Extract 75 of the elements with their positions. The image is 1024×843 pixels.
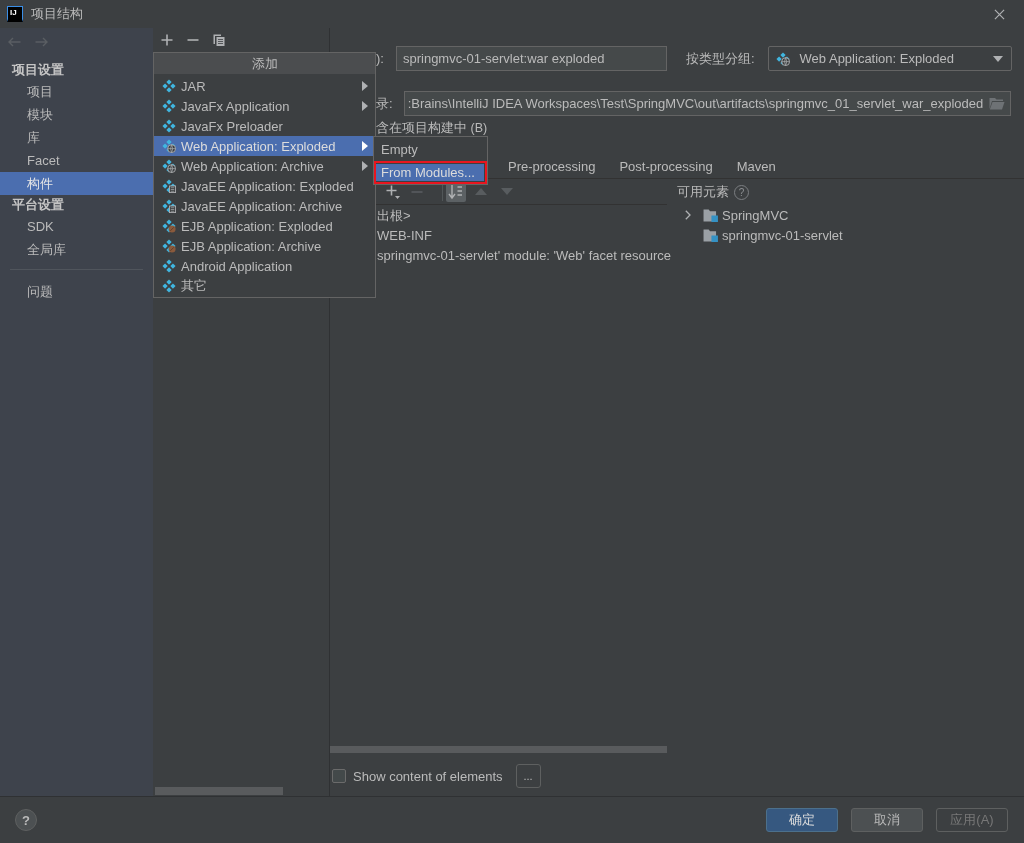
forward-arrow-icon[interactable] [35, 37, 48, 47]
menu-item[interactable]: JavaFx Preloader [154, 116, 375, 136]
diamonds-building-icon [162, 179, 176, 193]
diamonds-globe-icon [162, 159, 176, 173]
menu-item[interactable]: Web Application: Archive [154, 156, 375, 176]
menu-item[interactable]: EJB Application: Archive [154, 236, 375, 256]
sidebar-item[interactable]: 库 [0, 126, 153, 149]
checkbox-label[interactable]: Show content of elements [353, 768, 503, 784]
folder-icon[interactable] [988, 97, 1005, 110]
build-option-label: 含在项目构建中 (B) [376, 122, 488, 135]
sidebar-section-title: 项目设置 [10, 61, 65, 79]
scrollbar-thumb[interactable] [155, 787, 283, 795]
type-dropdown[interactable]: Web Application: Exploded [767, 46, 1012, 71]
diamonds-icon [162, 119, 176, 133]
tree-item[interactable]: springmvc-01-servlet [722, 227, 843, 243]
sidebar-item[interactable]: 项目 [0, 80, 153, 103]
sidebar-item[interactable]: SDK [0, 215, 153, 238]
sidebar-section-title: 平台设置 [11, 196, 65, 214]
menu-item[interactable]: Android Application [154, 256, 375, 276]
sidebar-item[interactable]: 模块 [0, 103, 153, 126]
copy-icon[interactable] [213, 34, 225, 46]
module-folder-icon [703, 228, 718, 242]
tab[interactable]: Pre-processing [496, 155, 608, 178]
menu-item[interactable]: Web Application: Exploded [154, 136, 375, 156]
caret-down-icon [992, 55, 1003, 62]
name-field[interactable]: springmvc-01-servlet:war exploded [395, 46, 667, 71]
close-icon[interactable] [994, 8, 1005, 20]
output-path-field[interactable]: :Brains\IntelliJ IDEA Workspaces\Test\SpringMVC\out\artifacts\springmvc_01_servlet_war_exploded [403, 91, 1011, 116]
tree-item[interactable]: 出根> [377, 206, 411, 226]
ok-button[interactable]: 确定 [766, 808, 838, 832]
cancel-button[interactable]: 取消 [851, 808, 923, 832]
diamonds-icon [162, 259, 176, 273]
help-button[interactable]: ? [15, 809, 37, 831]
chevron-right-icon[interactable] [685, 210, 691, 220]
sidebar-item[interactable]: 构件 [0, 172, 153, 195]
menu-item[interactable]: JAR [154, 76, 375, 96]
diamonds-bean-icon [162, 239, 176, 253]
menu-item[interactable]: From Modules... [374, 161, 487, 184]
module-folder-icon [703, 208, 718, 222]
menu-item[interactable]: JavaFx Application [154, 96, 375, 116]
tab[interactable]: Post-processing [607, 155, 725, 178]
menu-item[interactable]: 其它 [154, 276, 375, 296]
menu-item[interactable]: JavaEE Application: Exploded [154, 176, 375, 196]
add-icon[interactable] [161, 34, 173, 46]
sidebar-item[interactable]: 全局库 [0, 238, 153, 261]
menu-item[interactable]: JavaEE Application: Archive [154, 196, 375, 216]
available-elements-title: 可用元素 [677, 183, 729, 201]
tree-item[interactable]: SpringMVC [722, 207, 789, 223]
sidebar-item[interactable]: 问题 [0, 280, 153, 303]
diamonds-globe-icon [162, 139, 176, 153]
more-button[interactable]: ... [515, 764, 541, 788]
move-up-icon[interactable] [475, 188, 487, 195]
tab[interactable]: Maven [724, 155, 788, 178]
diamonds-building-icon [162, 199, 176, 213]
scrollbar-thumb[interactable] [330, 746, 667, 753]
diamonds-icon [162, 79, 176, 93]
diamonds-globe-icon [775, 51, 790, 66]
window-title: 项目结构 [31, 5, 83, 23]
tree-item[interactable]: WEB-INF [377, 226, 432, 246]
type-label: 按类型分组: [685, 49, 755, 68]
menu-title: 添加 [154, 53, 375, 74]
back-arrow-icon[interactable] [8, 37, 21, 47]
menu-item[interactable]: Empty [374, 138, 487, 161]
add-icon[interactable] [386, 184, 400, 199]
diamonds-icon [162, 279, 176, 293]
sidebar-item[interactable]: Facet [0, 149, 153, 172]
diamonds-icon [162, 99, 176, 113]
move-down-icon[interactable] [501, 188, 513, 195]
diamonds-bean-icon [162, 219, 176, 233]
output-label: 录: [376, 94, 393, 113]
tree-item[interactable]: springmvc-01-servlet' module: 'Web' facet resource [377, 246, 672, 266]
checkbox[interactable] [332, 769, 346, 783]
name-label: ): [376, 51, 384, 66]
app-logo: IJ [7, 6, 23, 22]
menu-item[interactable]: EJB Application: Exploded [154, 216, 375, 236]
